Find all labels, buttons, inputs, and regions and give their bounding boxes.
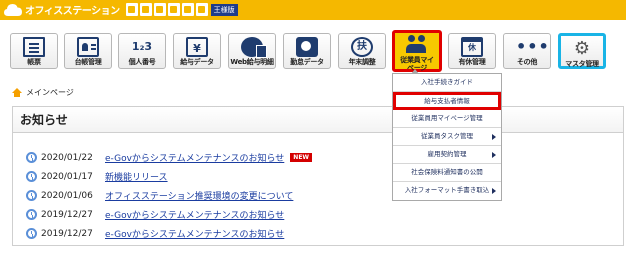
nav-salary-data-button[interactable]: ¥ 給与データ	[173, 33, 221, 69]
employee-mypage-icon	[406, 35, 428, 55]
clock-icon	[26, 152, 37, 163]
notice-link[interactable]: e-Govからシステムメンテナンスのお知らせ	[105, 208, 284, 221]
menu-item-task-management[interactable]: 従業員タスク管理	[393, 128, 501, 146]
mail-icon[interactable]	[153, 3, 166, 16]
nav-label: 勤怠データ	[290, 58, 324, 66]
clock-icon	[26, 171, 37, 182]
home-icon	[12, 88, 22, 97]
cloud-logo-icon[interactable]	[4, 3, 22, 17]
edition-badge: 王様版	[210, 3, 238, 16]
document-icon	[23, 37, 45, 57]
submenu-arrow-icon	[492, 134, 496, 140]
nav-label: 帳票	[27, 58, 41, 66]
submenu-arrow-icon	[492, 152, 496, 158]
brand-name[interactable]: オフィスステーション	[25, 2, 120, 17]
salary-data-icon: ¥	[186, 37, 208, 57]
menu-item-label: 雇用契約管理	[427, 150, 467, 158]
menu-item-onboarding-guide[interactable]: 入社手続きガイド	[393, 74, 501, 92]
menu-item-label: 入社手続きガイド	[421, 78, 473, 86]
nav-label: 個人番号	[128, 58, 156, 66]
nav-label: 有休管理	[458, 58, 486, 66]
nav-label: 給与データ	[180, 58, 214, 66]
nav-yearend-button[interactable]: 扶 年末調整	[338, 33, 386, 69]
menu-item-label: 給与支払者情報	[424, 97, 470, 105]
nav-forms-button[interactable]: 帳票	[10, 33, 58, 69]
menu-item-handwritten-import[interactable]: 入社フォーマット手書き取込	[393, 182, 501, 200]
notice-link[interactable]: e-Govからシステムメンテナンスのお知らせ	[105, 227, 284, 240]
main-nav: 帳票 台帳管理 1₂3 個人番号 ¥ 給与データ Web給与明細 勤怠データ 扶…	[0, 30, 626, 72]
notice-date: 2020/01/22	[41, 152, 93, 163]
nav-master-settings-button[interactable]: ⚙ マスタ管理	[558, 33, 606, 69]
nav-attendance-button[interactable]: 勤怠データ	[283, 33, 331, 69]
menu-item-payer-info[interactable]: 給与支払者情報	[393, 92, 501, 110]
menu-item-label: 従業員タスク管理	[421, 132, 473, 140]
header-toolbar	[125, 3, 208, 16]
nav-label: マスタ管理	[565, 60, 599, 68]
notice-link[interactable]: e-Govからシステムメンテナンスのお知らせ	[105, 151, 284, 164]
folder-icon[interactable]	[139, 3, 152, 16]
paid-leave-icon: 休	[461, 37, 483, 57]
list-item: 2020/01/22 e-Govからシステムメンテナンスのお知らせ NEW	[26, 148, 313, 167]
nav-ledger-button[interactable]: 台帳管理	[64, 33, 112, 69]
notice-link[interactable]: オフィスステーション推奨環境の変更について	[105, 189, 293, 202]
lock-icon[interactable]	[181, 3, 194, 16]
web-payslip-icon	[241, 37, 267, 58]
nav-label: 年末調整	[348, 58, 376, 66]
app-header: オフィスステーション 王様版	[0, 0, 626, 20]
notice-panel-header: お知らせ	[13, 107, 623, 133]
nav-more-button[interactable]: ••• その他	[503, 33, 551, 69]
breadcrumb: メインページ	[12, 87, 74, 98]
employee-mypage-dropdown: 入社手続きガイド 給与支払者情報 従業員用マイページ管理 従業員タスク管理 雇用…	[392, 69, 502, 201]
notice-date: 2020/01/17	[41, 171, 93, 182]
brand: オフィスステーション 王様版	[4, 2, 238, 17]
nav-paid-leave-button[interactable]: 休 有休管理	[448, 33, 496, 69]
breadcrumb-label[interactable]: メインページ	[26, 87, 74, 98]
download-icon[interactable]	[125, 3, 138, 16]
yearend-icon: 扶	[351, 37, 373, 57]
notice-list: 2020/01/22 e-Govからシステムメンテナンスのお知らせ NEW 20…	[26, 148, 313, 243]
master-settings-icon: ⚙	[573, 38, 591, 59]
menu-item-contract-management[interactable]: 雇用契約管理	[393, 146, 501, 164]
attendance-icon	[296, 37, 318, 57]
notice-date: 2019/12/27	[41, 209, 93, 220]
menu-item-label: 従業員用マイページ管理	[411, 114, 483, 122]
list-item: 2020/01/17 新機能リリース	[26, 167, 312, 186]
menu-item-insurance-notice[interactable]: 社会保険料通知書の公開	[393, 164, 501, 182]
menu-item-label: 入社フォーマット手書き取込	[404, 186, 490, 194]
edit-icon[interactable]	[195, 3, 208, 16]
clock-icon	[26, 209, 37, 220]
nav-label: その他	[516, 58, 538, 66]
list-item: 2019/12/27 e-Govからシステムメンテナンスのお知らせ	[26, 205, 312, 224]
more-icon: •••	[516, 37, 550, 56]
new-badge: NEW	[290, 153, 313, 162]
menu-item-label: 社会保険料通知書の公開	[411, 168, 483, 176]
list-item: 2020/01/06 オフィスステーション推奨環境の変更について	[26, 186, 312, 205]
list-item: 2019/12/27 e-Govからシステムメンテナンスのお知らせ	[26, 224, 312, 243]
clock-icon	[26, 228, 37, 239]
nav-label: 台帳管理	[74, 58, 102, 66]
notice-date: 2019/12/27	[41, 228, 93, 239]
ledger-icon	[77, 37, 99, 57]
nav-label: Web給与明細	[230, 58, 274, 66]
notice-date: 2020/01/06	[41, 190, 93, 201]
nav-web-payslip-button[interactable]: Web給与明細	[228, 33, 276, 69]
nav-employee-mypage-button[interactable]: 従業員マイページ	[392, 30, 442, 72]
submenu-arrow-icon	[492, 188, 496, 194]
notice-link[interactable]: 新機能リリース	[105, 170, 168, 183]
notice-title: お知らせ	[20, 113, 68, 127]
settings-icon[interactable]	[167, 3, 180, 16]
clock-icon	[26, 190, 37, 201]
mynumber-icon: 1₂3	[131, 40, 153, 53]
nav-mynumber-button[interactable]: 1₂3 個人番号	[118, 33, 166, 69]
menu-item-mypage-management[interactable]: 従業員用マイページ管理	[393, 110, 501, 128]
